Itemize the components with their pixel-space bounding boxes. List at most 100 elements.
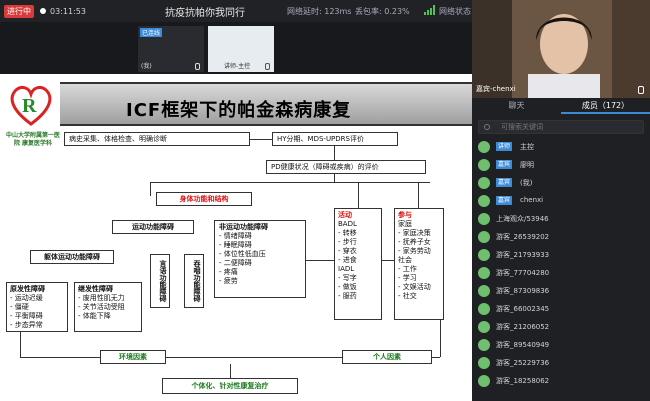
video-thumbnail-strip: 已连线 (我) 讲师-主控 <box>0 22 472 74</box>
activity-item: - 写字 <box>338 274 357 282</box>
record-dot-icon <box>40 8 46 14</box>
heart-logo-icon: R <box>10 85 52 126</box>
connector <box>334 146 335 160</box>
search-icon <box>484 124 490 130</box>
connector <box>230 364 231 378</box>
member-name: chenxi <box>520 196 544 204</box>
list-item[interactable]: 游客_87309836 <box>478 282 644 300</box>
connector <box>166 357 342 358</box>
participation-item: - 家务劳动 <box>398 247 431 255</box>
connected-tag: 已连线 <box>140 28 163 37</box>
connector <box>306 260 334 261</box>
member-name: 上海观众/53946 <box>496 215 549 223</box>
participation-title: 参与 <box>398 211 412 219</box>
participant-thumbnail-host[interactable]: 讲师-主控 <box>208 26 274 72</box>
list-item[interactable]: 游客_89540949 <box>478 336 644 354</box>
list-item[interactable]: 讲师 主控 <box>478 138 644 156</box>
participation-item: 社会 <box>398 256 412 264</box>
nonmotor-item: - 睡眠障碍 <box>219 241 252 249</box>
activity-item: - 服药 <box>338 292 357 300</box>
connector <box>334 174 335 182</box>
activity-item: - 穿衣 <box>338 247 357 255</box>
connector <box>150 182 430 183</box>
avatar <box>478 231 490 243</box>
activity-title: 活动 <box>338 211 352 219</box>
activity-item: - 进食 <box>338 256 357 264</box>
member-name: 游客_87309836 <box>496 287 550 295</box>
list-item[interactable]: 嘉宾 chenxi <box>478 192 644 210</box>
role-badge: 嘉宾 <box>496 196 513 205</box>
speaker-video[interactable]: 嘉宾-chenxi <box>472 0 650 98</box>
meeting-timer: 03:11:53 <box>50 6 86 16</box>
participation-item: - 学习 <box>398 274 417 282</box>
connector <box>20 332 21 357</box>
role-badge: 讲师 <box>496 142 513 151</box>
member-name: 主控 <box>520 143 534 151</box>
participant-thumbnail-self[interactable]: 已连线 (我) <box>138 26 204 72</box>
member-name: 游客_26539202 <box>496 233 550 241</box>
member-name: 游客_25229736 <box>496 359 550 367</box>
connector <box>250 139 272 140</box>
nonmotor-item: - 二便障碍 <box>219 259 252 267</box>
list-item[interactable]: 游客_77704280 <box>478 264 644 282</box>
primary-title: 原发性障碍 <box>10 285 45 293</box>
connector <box>418 182 419 208</box>
body-function-box: 身体功能和结构 <box>156 192 252 206</box>
list-item[interactable]: 游客_18258062 <box>478 372 644 390</box>
connector <box>382 260 394 261</box>
microphone-icon[interactable] <box>638 86 644 94</box>
avatar <box>478 285 490 297</box>
slide-title: ICF框架下的帕金森病康复 <box>126 100 352 121</box>
participation-item: - 社交 <box>398 292 417 300</box>
top-status-bar: 进行中 03:11:53 抗疫抗帕你我同行 网络延时: 123ms 丢包率: 0… <box>0 0 472 22</box>
connector <box>440 320 441 357</box>
participation-item: - 家庭决策 <box>398 229 431 237</box>
member-name: 游客_21793933 <box>496 251 550 259</box>
nonmotor-item: - 情绪障碍 <box>219 232 252 240</box>
history-box: 病史采集、体格检查、明确诊断 <box>64 132 250 146</box>
list-item[interactable]: 游客_21793933 <box>478 246 644 264</box>
panel-tabs: 聊天 成员（172） <box>472 98 650 114</box>
activity-item: BADL <box>338 220 357 228</box>
list-item[interactable]: 上海观众/53946 <box>478 210 644 228</box>
primary-item: - 步态异常 <box>10 321 43 329</box>
microphone-icon[interactable] <box>195 63 200 70</box>
nonmotor-item: - 疼痛 <box>219 268 238 276</box>
member-name: 游客_21206052 <box>496 323 550 331</box>
nonmotor-item: - 体位性低血压 <box>219 250 266 258</box>
list-item[interactable]: 游客_66002345 <box>478 300 644 318</box>
list-item[interactable]: 游客_26539202 <box>478 228 644 246</box>
hy-staging-box: HY分期、MDS-UPDRS评价 <box>272 132 398 146</box>
list-item[interactable]: 游客_21206052 <box>478 318 644 336</box>
meeting-title: 抗疫抗帕你我同行 <box>165 8 245 19</box>
avatar <box>478 249 490 261</box>
tab-chat[interactable]: 聊天 <box>472 98 561 114</box>
thumbnail-name: 讲师-主控 <box>224 63 251 70</box>
personal-factors-box: 个人因素 <box>342 350 432 364</box>
list-item[interactable]: 嘉宾 廖明 <box>478 156 644 174</box>
secondary-disorder-box: 继发性障碍 - 废用性肌无力 - 关节活动受阻 - 体能下降 <box>74 282 142 332</box>
avatar <box>478 339 490 351</box>
member-search-input[interactable]: 可搜索关键词 <box>478 120 644 134</box>
microphone-icon[interactable] <box>265 63 270 70</box>
pd-assessment-box: PD健康状况（障碍或疾病）的评价 <box>266 160 426 174</box>
participation-box: 参与 家庭 - 家庭决策 - 抚养子女 - 家务劳动 社会 - 工作 - 学习 … <box>394 208 444 320</box>
network-status[interactable]: 网络状态 <box>439 6 471 17</box>
list-item[interactable]: 游客_25229736 <box>478 354 644 372</box>
member-name: 游客_18258062 <box>496 377 550 385</box>
avatar <box>478 141 490 153</box>
activity-item: - 做饭 <box>338 283 357 291</box>
tab-members[interactable]: 成员（172） <box>561 98 650 114</box>
secondary-item: - 体能下降 <box>78 312 111 320</box>
svg-text:R: R <box>22 95 37 117</box>
member-name: 游客_77704280 <box>496 269 550 277</box>
nonmotor-title: 非运动功能障碍 <box>219 223 268 231</box>
secondary-item: - 关节活动受阻 <box>78 303 125 311</box>
primary-disorder-box: 原发性障碍 - 运动迟缓 - 僵硬 - 平衡障碍 - 步态异常 <box>6 282 68 332</box>
nonmotor-dysfunction-box: 非运动功能障碍 - 情绪障碍 - 睡眠障碍 - 体位性低血压 - 二便障碍 - … <box>214 220 306 298</box>
list-item[interactable]: 嘉宾 (我) <box>478 174 644 192</box>
connector <box>150 182 151 196</box>
role-badge: 嘉宾 <box>496 178 513 187</box>
recording-badge[interactable]: 进行中 <box>4 4 34 18</box>
hospital-name: 中山大学附属第一医院 康复医学科 <box>5 132 60 147</box>
